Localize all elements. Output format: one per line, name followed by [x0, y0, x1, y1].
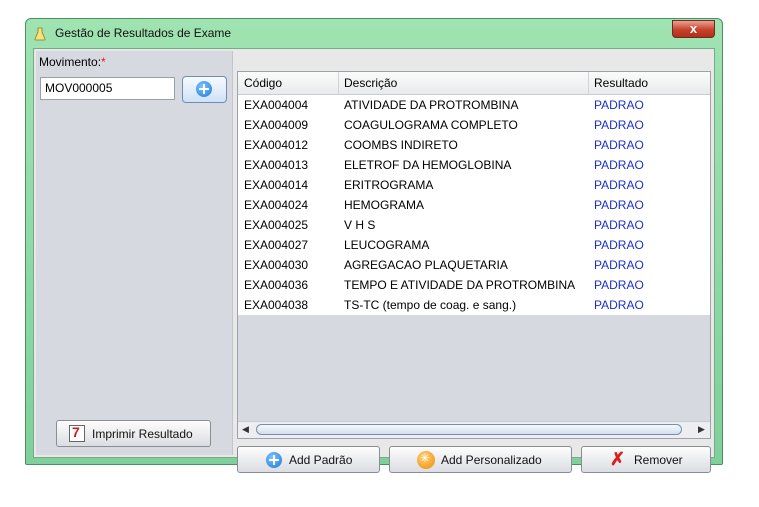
cell-resultado: PADRAO: [594, 178, 644, 192]
table-row[interactable]: EXA004012 COOMBS INDIRETO PADRAO: [238, 135, 710, 155]
column-header-codigo[interactable]: Código: [244, 76, 282, 90]
table-row[interactable]: EXA004036 TEMPO E ATIVIDADE DA PROTROMBIN…: [238, 275, 710, 295]
add-standard-label: Add Padrão: [289, 453, 353, 467]
column-divider: [338, 72, 339, 94]
cell-codigo: EXA004012: [244, 138, 309, 152]
print-result-button[interactable]: 7 Imprimir Resultado: [56, 420, 211, 447]
cell-resultado: PADRAO: [594, 98, 644, 112]
cell-resultado: PADRAO: [594, 238, 644, 252]
app-window: Gestão de Resultados de Exame x Moviment…: [25, 18, 723, 473]
table-row[interactable]: EXA004038 TS-TC (tempo de coag. e sang.) P…: [238, 295, 710, 315]
cell-resultado: PADRAO: [594, 198, 644, 212]
table-row[interactable]: EXA004013 ELETROF DA HEMOGLOBINA PADRAO: [238, 155, 710, 175]
window-title: Gestão de Resultados de Exame: [55, 26, 232, 40]
table-body: EXA004004 ATIVIDADE DA PROTROMBINA PADRAO E…: [238, 95, 710, 315]
red-x-icon: ✗: [610, 449, 626, 469]
cell-descricao: HEMOGRAMA: [344, 198, 425, 212]
close-icon: x: [689, 21, 698, 36]
column-header-resultado[interactable]: Resultado: [594, 76, 648, 90]
cell-descricao: ATIVIDADE DA PROTROMBINA: [344, 98, 519, 112]
cell-resultado: PADRAO: [594, 278, 644, 292]
cell-codigo: EXA004036: [244, 278, 309, 292]
cell-resultado: PADRAO: [594, 118, 644, 132]
asterisk-icon: [417, 451, 435, 469]
column-divider: [588, 72, 589, 94]
results-table: Código Descrição Resultado EXA004004 ATIV…: [237, 71, 711, 439]
table-header: Código Descrição Resultado: [238, 72, 710, 95]
table-row[interactable]: EXA004025 V H S PADRAO: [238, 215, 710, 235]
horizontal-scrollbar[interactable]: ◀ ▶: [238, 421, 710, 438]
table-row[interactable]: EXA004027 LEUCOGRAMA PADRAO: [238, 235, 710, 255]
movimento-label: Movimento:*: [39, 55, 106, 69]
plus-circle-icon: [196, 81, 212, 97]
add-standard-button[interactable]: Add Padrão: [237, 446, 380, 473]
cell-descricao: TS-TC (tempo de coag. e sang.): [344, 298, 517, 312]
left-panel: Movimento:* MOV000005 7 Imprimir Resulta…: [36, 51, 233, 455]
cell-descricao: COAGULOGRAMA COMPLETO: [344, 118, 518, 132]
close-button[interactable]: x: [672, 20, 715, 38]
table-row[interactable]: EXA004024 HEMOGRAMA PADRAO: [238, 195, 710, 215]
column-header-descricao[interactable]: Descrição: [344, 76, 397, 90]
cell-descricao: V H S: [344, 218, 376, 232]
scroll-right-icon[interactable]: ▶: [698, 424, 705, 435]
table-row[interactable]: EXA004009 COAGULOGRAMA COMPLETO PADRAO: [238, 115, 710, 135]
cell-codigo: EXA004024: [244, 198, 309, 212]
cell-descricao: AGREGACAO PLAQUETARIA: [344, 258, 508, 272]
cell-descricao: LEUCOGRAMA: [344, 238, 430, 252]
cell-codigo: EXA004009: [244, 118, 309, 132]
cell-codigo: EXA004027: [244, 238, 309, 252]
remove-label: Remover: [634, 453, 683, 467]
cell-resultado: PADRAO: [594, 158, 644, 172]
print-result-label: Imprimir Resultado: [92, 427, 193, 441]
cell-descricao: ERITROGRAMA: [344, 178, 434, 192]
remove-button[interactable]: ✗ Remover: [581, 446, 711, 473]
cell-resultado: PADRAO: [594, 218, 644, 232]
cell-resultado: PADRAO: [594, 298, 644, 312]
cell-resultado: PADRAO: [594, 258, 644, 272]
cell-codigo: EXA004004: [244, 98, 309, 112]
cell-descricao: TEMPO E ATIVIDADE DA PROTROMBINA: [344, 278, 576, 292]
scroll-left-icon[interactable]: ◀: [242, 424, 249, 435]
scrollbar-thumb[interactable]: [256, 424, 682, 435]
cell-descricao: COOMBS INDIRETO: [344, 138, 458, 152]
cell-codigo: EXA004025: [244, 218, 309, 232]
cell-codigo: EXA004013: [244, 158, 309, 172]
table-row[interactable]: EXA004014 ERITROGRAMA PADRAO: [238, 175, 710, 195]
movimento-input[interactable]: MOV000005: [40, 77, 175, 100]
client-area: Movimento:* MOV000005 7 Imprimir Resulta…: [33, 48, 715, 473]
table-row[interactable]: EXA004004 ATIVIDADE DA PROTROMBINA PADRAO: [238, 95, 710, 115]
cell-codigo: EXA004038: [244, 298, 309, 312]
cell-resultado: PADRAO: [594, 138, 644, 152]
add-custom-label: Add Personalizado: [441, 453, 542, 467]
table-row[interactable]: EXA004030 AGREGACAO PLAQUETARIA PADRAO: [238, 255, 710, 275]
plus-circle-icon: [266, 452, 282, 468]
cell-codigo: EXA004030: [244, 258, 309, 272]
cell-codigo: EXA004014: [244, 178, 309, 192]
add-movimento-button[interactable]: [182, 76, 227, 103]
title-bar[interactable]: Gestão de Resultados de Exame x: [26, 19, 722, 49]
flask-icon: [34, 27, 46, 41]
print-icon: 7: [69, 424, 85, 442]
add-custom-button[interactable]: Add Personalizado: [389, 446, 572, 473]
required-mark: *: [101, 55, 106, 69]
cell-descricao: ELETROF DA HEMOGLOBINA: [344, 158, 512, 172]
